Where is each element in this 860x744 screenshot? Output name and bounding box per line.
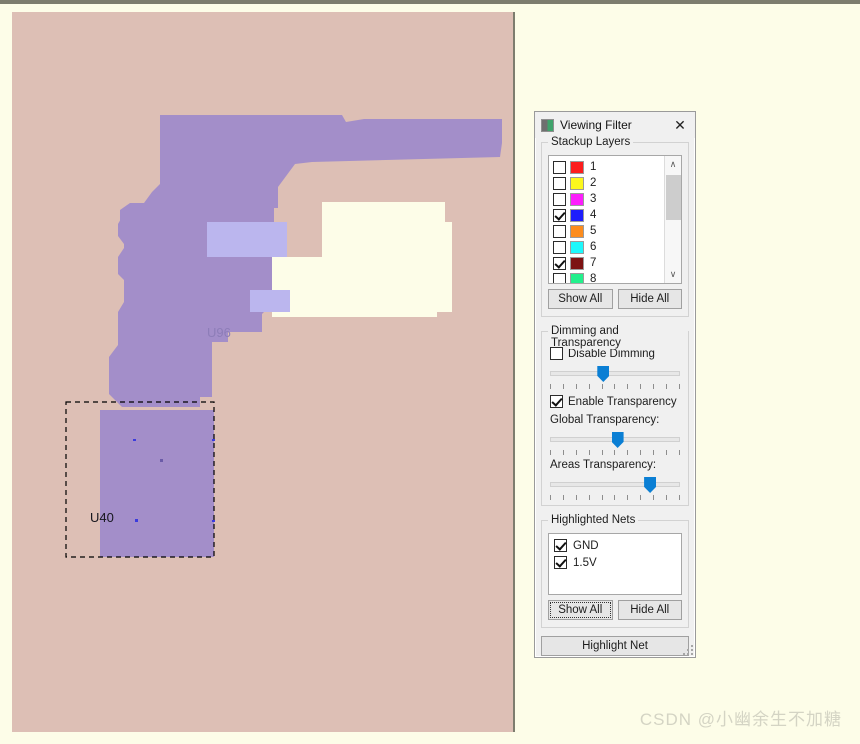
layer-number: 4	[590, 209, 597, 221]
layer-row[interactable]: 7	[553, 255, 664, 271]
layer-visibility-checkbox[interactable]	[553, 160, 566, 174]
scroll-down-icon[interactable]: ∨	[665, 266, 682, 283]
nets-button-row: Show All Hide All	[548, 600, 682, 620]
layer-number: 5	[590, 225, 597, 237]
layer-color-swatch[interactable]	[570, 176, 584, 190]
pcb-layout-graphic: U96 U40	[12, 12, 513, 732]
stackup-layers-group: Stackup Layers 1 2 3 4 5 6 7 8 ∧ ∨ Show …	[541, 136, 689, 317]
areas-transparency-slider[interactable]	[550, 476, 680, 500]
layer-color-swatch[interactable]	[570, 208, 584, 222]
net-visibility-checkbox[interactable]	[554, 539, 567, 552]
designator-u96: U96	[207, 325, 231, 340]
copper-rect-light-2	[250, 290, 290, 312]
copper-pour-u40-body	[100, 410, 214, 557]
layer-color-swatch[interactable]	[570, 224, 584, 238]
layer-color-swatch[interactable]	[570, 192, 584, 206]
csdn-watermark: CSDN @小幽余生不加糖	[639, 710, 842, 729]
layer-row[interactable]: 5	[553, 223, 664, 239]
dialog-title: Viewing Filter	[560, 118, 632, 132]
net-name: 1.5V	[573, 556, 597, 569]
dimming-slider-track[interactable]	[550, 371, 680, 376]
layer-color-swatch[interactable]	[570, 256, 584, 270]
layer-number: 7	[590, 257, 597, 269]
layers-hide-all-button[interactable]: Hide All	[617, 289, 682, 309]
layer-row[interactable]: 1	[553, 159, 664, 175]
highlighted-nets-label: Highlighted Nets	[548, 514, 639, 526]
layer-visibility-checkbox[interactable]	[553, 192, 566, 206]
resize-grip[interactable]	[681, 643, 693, 655]
layer-row[interactable]: 2	[553, 175, 664, 191]
dimming-slider-thumb[interactable]	[597, 366, 610, 382]
pcb-canvas[interactable]: U96 U40	[12, 12, 515, 732]
layer-visibility-checkbox[interactable]	[553, 224, 566, 238]
viewing-filter-dialog: Viewing Filter ✕ Stackup Layers 1 2 3 4 …	[534, 111, 696, 658]
enable-transparency-row[interactable]: Enable Transparency	[550, 395, 682, 408]
areas-transparency-thumb[interactable]	[644, 477, 657, 493]
layers-button-row: Show All Hide All	[548, 289, 682, 309]
layer-row[interactable]: 4	[553, 207, 664, 223]
layer-color-swatch[interactable]	[570, 160, 584, 174]
dialog-titlebar[interactable]: Viewing Filter ✕	[535, 112, 695, 138]
highlight-net-button[interactable]: Highlight Net	[541, 636, 689, 656]
layer-row[interactable]: 3	[553, 191, 664, 207]
layer-number: 1	[590, 161, 597, 173]
layers-show-all-button[interactable]: Show All	[548, 289, 613, 309]
highlighted-nets-listbox[interactable]: GND 1.5V	[548, 533, 682, 595]
app-root: U96 U40 Viewing Filter ✕ Stackup Layers …	[0, 0, 860, 744]
dimming-slider[interactable]	[550, 365, 680, 389]
enable-transparency-label: Enable Transparency	[568, 395, 677, 408]
layer-visibility-checkbox[interactable]	[553, 208, 566, 222]
global-transparency-thumb[interactable]	[611, 432, 624, 448]
top-chrome-bar	[0, 0, 712, 4]
net-visibility-checkbox[interactable]	[554, 556, 567, 569]
net-row[interactable]: GND	[554, 537, 681, 554]
close-icon[interactable]: ✕	[669, 115, 691, 135]
global-transparency-label: Global Transparency:	[550, 414, 660, 426]
copper-nub-left	[118, 217, 160, 244]
global-transparency-ticks	[550, 450, 680, 455]
disable-dimming-checkbox[interactable]	[550, 347, 563, 360]
nets-hide-all-button[interactable]: Hide All	[617, 600, 682, 620]
global-transparency-slider[interactable]	[550, 431, 680, 455]
layer-color-swatch[interactable]	[570, 240, 584, 254]
layer-number: 6	[590, 241, 597, 253]
layer-visibility-checkbox[interactable]	[553, 256, 566, 270]
layer-color-swatch[interactable]	[570, 272, 584, 283]
stackup-layers-label: Stackup Layers	[548, 136, 634, 148]
highlighted-nets-group: Highlighted Nets GND 1.5V Show All Hide …	[541, 514, 689, 628]
layer-row[interactable]: 6	[553, 239, 664, 255]
layer-number: 8	[590, 273, 597, 284]
disable-dimming-label: Disable Dimming	[568, 347, 655, 360]
layer-row[interactable]: 8	[553, 271, 664, 284]
areas-transparency-track[interactable]	[550, 482, 680, 487]
scrollbar-track[interactable]	[665, 173, 682, 266]
stackup-layers-items: 1 2 3 4 5 6 7 8	[549, 156, 664, 283]
net-row[interactable]: 1.5V	[554, 554, 681, 571]
nets-show-all-button[interactable]: Show All	[548, 600, 613, 620]
layer-number: 3	[590, 193, 597, 205]
layers-icon	[541, 118, 554, 132]
dimming-slider-ticks	[550, 384, 680, 389]
dimming-transparency-label: Dimming and Transparency	[548, 325, 688, 349]
layer-number: 2	[590, 177, 597, 189]
scroll-up-icon[interactable]: ∧	[665, 156, 682, 173]
scrollbar-thumb[interactable]	[665, 175, 681, 220]
stackup-layers-listbox[interactable]: 1 2 3 4 5 6 7 8 ∧ ∨	[548, 155, 682, 284]
designator-u40: U40	[90, 510, 114, 525]
layers-scrollbar[interactable]: ∧ ∨	[664, 156, 681, 283]
layer-visibility-checkbox[interactable]	[553, 272, 566, 283]
layer-visibility-checkbox[interactable]	[553, 240, 566, 254]
dimming-transparency-group: Dimming and Transparency Disable Dimming…	[541, 325, 689, 506]
copper-rect-light-1	[207, 222, 287, 257]
layer-visibility-checkbox[interactable]	[553, 176, 566, 190]
areas-transparency-label: Areas Transparency:	[550, 459, 657, 471]
areas-transparency-ticks	[550, 495, 680, 500]
enable-transparency-checkbox[interactable]	[550, 395, 563, 408]
net-name: GND	[573, 539, 599, 552]
